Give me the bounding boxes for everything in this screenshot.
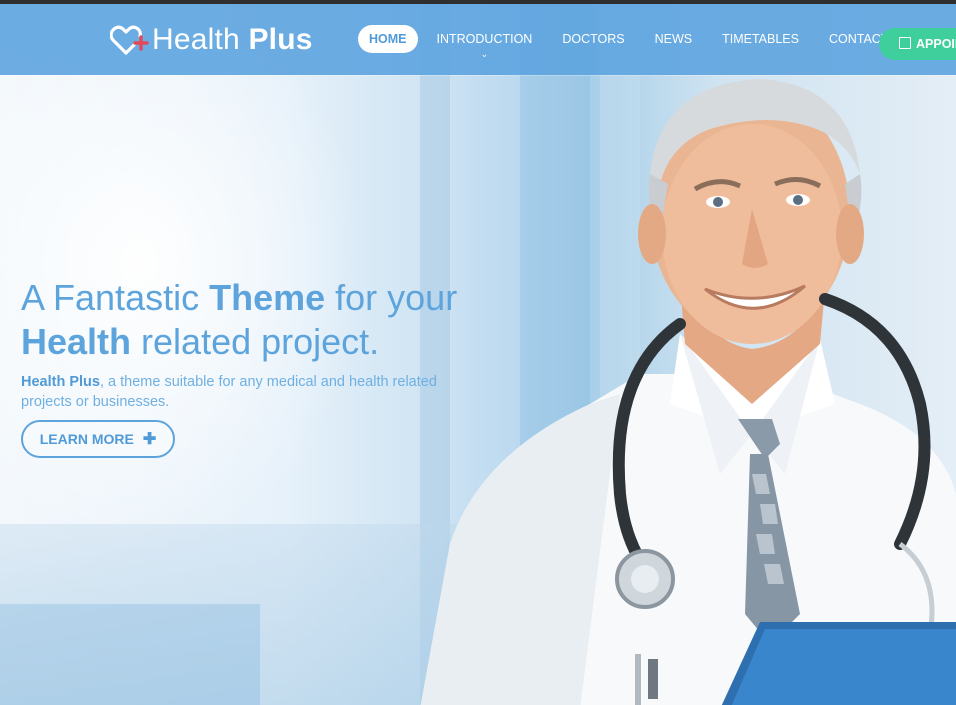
chevron-down-icon: ⌄	[480, 49, 489, 59]
headline-part: for your	[325, 277, 458, 319]
site-header: Health Plus HOME INTRODUCTION ⌄ DOCTORS N…	[0, 4, 956, 75]
learn-more-button[interactable]: LEARN MORE ✚	[21, 420, 175, 458]
headline-bold: Theme	[209, 277, 326, 319]
headline-part: related project.	[131, 321, 380, 363]
background-window	[0, 604, 260, 705]
appointment-button[interactable]: APPOIN	[879, 28, 956, 60]
learn-more-label: LEARN MORE	[39, 431, 134, 447]
main-nav: HOME INTRODUCTION ⌄ DOCTORS NEWS TIMETABL…	[358, 25, 916, 59]
calendar-icon	[899, 37, 911, 49]
appointment-button-label: APPOIN	[916, 37, 956, 51]
headline-part: A Fantastic	[21, 277, 210, 319]
plus-icon: ✚	[142, 431, 157, 448]
nav-item-introduction[interactable]: INTRODUCTION ⌄	[426, 25, 544, 59]
site-logo[interactable]: Health Plus	[110, 20, 313, 60]
nav-item-introduction-label: INTRODUCTION	[436, 32, 533, 46]
hero-subtext: Health Plus, a theme suitable for any me…	[21, 372, 461, 412]
nav-item-home[interactable]: HOME	[358, 25, 418, 53]
nav-item-timetables[interactable]: TIMETABLES	[711, 25, 810, 53]
headline-bold: Health	[21, 321, 132, 363]
heart-plus-icon	[110, 25, 149, 55]
logo-text: Health Plus	[152, 23, 313, 57]
subtext-brand: Health Plus	[21, 373, 100, 390]
logo-text-light: Health	[152, 23, 240, 56]
hero-headline: A Fantastic Theme for your Health relate…	[21, 276, 541, 364]
nav-item-doctors[interactable]: DOCTORS	[551, 25, 635, 53]
logo-text-bold: Plus	[248, 23, 313, 56]
doctor-image	[420, 79, 956, 705]
nav-item-news[interactable]: NEWS	[644, 25, 704, 53]
